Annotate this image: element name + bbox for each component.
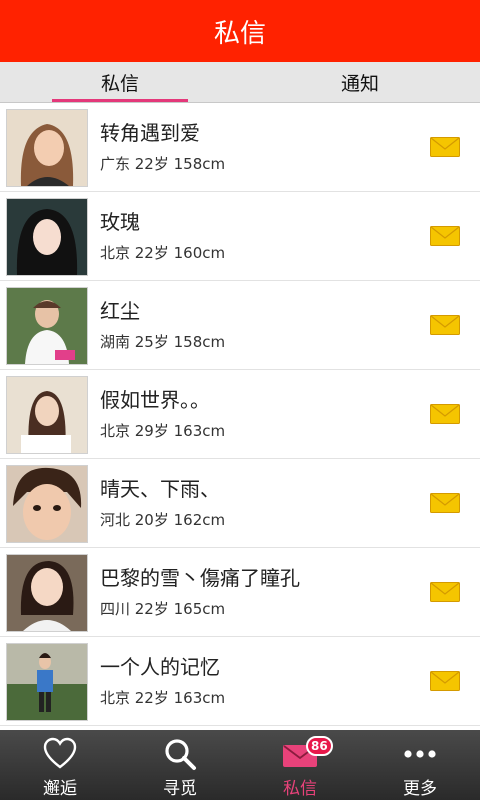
envelope-icon[interactable] (430, 582, 460, 602)
contact-info: 北京 22岁 163cm (100, 689, 226, 707)
nav-more[interactable]: 更多 (360, 730, 480, 800)
avatar (6, 198, 88, 276)
message-item[interactable]: 假如世界。。 北京 29岁 163cm (0, 370, 480, 459)
contact-info: 湖南 25岁 158cm (100, 333, 226, 351)
contact-info: 北京 22岁 160cm (100, 244, 226, 262)
contact-name: 假如世界。。 (100, 388, 210, 412)
nav-search[interactable]: 寻觅 (120, 730, 240, 800)
avatar (6, 465, 88, 543)
nav-encounter[interactable]: 邂逅 (0, 730, 120, 800)
avatar (6, 643, 88, 721)
contact-info: 河北 20岁 162cm (100, 511, 226, 529)
more-icon (404, 750, 436, 758)
heart-icon (43, 737, 77, 769)
envelope-icon[interactable] (430, 671, 460, 691)
app-root: 私信 私信 通知 转角遇到爱 广东 22岁 158cm 玫瑰 北京 22岁 16… (0, 0, 480, 800)
contact-name: 玫瑰 (100, 210, 140, 234)
tab-messages[interactable]: 私信 (0, 62, 240, 102)
message-item[interactable]: 晴天、下雨、 河北 20岁 162cm (0, 459, 480, 548)
search-icon (165, 739, 196, 770)
tab-bar: 私信 通知 (0, 62, 480, 103)
envelope-icon[interactable] (430, 315, 460, 335)
tab-messages-label: 私信 (100, 72, 139, 95)
contact-name: 巴黎的雪丶傷痛了瞳孔 (100, 566, 300, 590)
bottom-nav: 邂逅 寻觅 86 私信 更多 (0, 730, 480, 800)
nav-label: 私信 (283, 779, 317, 799)
title-bar: 私信 (0, 0, 480, 62)
avatar (6, 554, 88, 632)
unread-badge: 86 (306, 736, 333, 756)
contact-info: 四川 22岁 165cm (100, 600, 226, 618)
contact-name: 红尘 (100, 299, 140, 323)
avatar (6, 376, 88, 454)
tab-notifications[interactable]: 通知 (240, 62, 480, 102)
envelope-icon[interactable] (430, 137, 460, 157)
contact-name: 转角遇到爱 (100, 121, 200, 145)
nav-label: 邂逅 (43, 779, 77, 799)
message-item[interactable]: 玫瑰 北京 22岁 160cm (0, 192, 480, 281)
envelope-icon[interactable] (430, 493, 460, 513)
contact-info: 广东 22岁 158cm (100, 155, 226, 173)
envelope-icon[interactable] (430, 226, 460, 246)
avatar (6, 109, 88, 187)
message-list: 转角遇到爱 广东 22岁 158cm 玫瑰 北京 22岁 160cm 红尘 湖南… (0, 103, 480, 730)
message-item[interactable]: 一个人的记忆 北京 22岁 163cm (0, 637, 480, 726)
nav-messages[interactable]: 86 私信 (240, 730, 360, 800)
page-title: 私信 (213, 18, 266, 49)
nav-label: 更多 (403, 779, 437, 799)
envelope-icon[interactable] (430, 404, 460, 424)
contact-name: 晴天、下雨、 (100, 477, 220, 501)
avatar (6, 287, 88, 365)
message-item[interactable]: 红尘 湖南 25岁 158cm (0, 281, 480, 370)
message-item[interactable]: 转角遇到爱 广东 22岁 158cm (0, 103, 480, 192)
contact-name: 一个人的记忆 (100, 655, 220, 679)
contact-info: 北京 29岁 163cm (100, 422, 226, 440)
message-item[interactable]: 巴黎的雪丶傷痛了瞳孔 四川 22岁 165cm (0, 548, 480, 637)
nav-label: 寻觅 (163, 779, 197, 799)
tab-notifications-label: 通知 (340, 72, 379, 95)
